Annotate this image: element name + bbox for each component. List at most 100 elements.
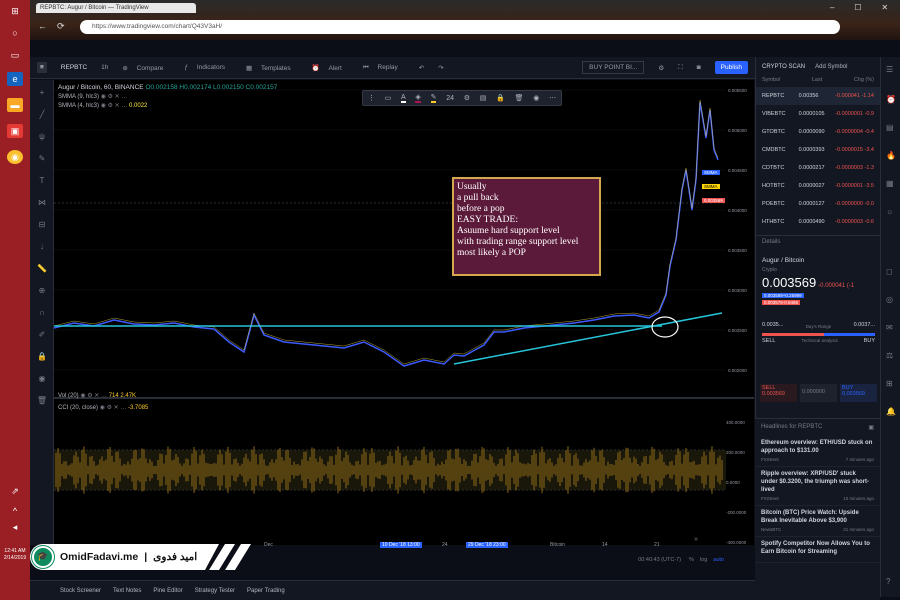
symbol-search[interactable]: REPBTC	[61, 64, 87, 71]
sell-label[interactable]: SELL	[762, 338, 775, 344]
interval-button[interactable]: 1h	[101, 64, 108, 71]
notifications-icon[interactable]: 🔔	[886, 407, 896, 417]
add-symbol-button[interactable]: Add Symbol	[815, 64, 847, 70]
brush-tool-icon[interactable]: ✎	[36, 154, 48, 164]
hotlist-icon[interactable]: 🔥	[886, 151, 896, 161]
publish-button[interactable]: Publish	[714, 61, 748, 74]
reload-icon[interactable]: ⟳	[57, 21, 65, 32]
edge-icon[interactable]: e	[7, 72, 23, 86]
task-view-icon[interactable]: ▭	[7, 48, 23, 62]
bottom-tab[interactable]: Pine Editor	[153, 588, 182, 594]
watchlist-row[interactable]: HOTBTC 0.0000027 -0.0000001 -3.5	[756, 177, 880, 195]
visibility-icon[interactable]: ◉	[36, 374, 48, 384]
projection-tool-icon[interactable]: ⊟	[36, 220, 48, 230]
chevron-up-icon[interactable]: ^	[7, 504, 23, 518]
replay-button[interactable]: ⏮ Replay	[363, 64, 405, 72]
tech-label[interactable]: Technical analysis	[801, 338, 837, 344]
data-window-icon[interactable]: ▤	[886, 123, 896, 133]
arrow-tool-icon[interactable]: ↓	[36, 242, 48, 252]
watchlist-tab[interactable]: CRYPTO SCAN	[762, 64, 805, 70]
network-icon[interactable]: ⇗	[7, 484, 23, 498]
more-icon[interactable]: ⋯	[549, 94, 556, 102]
watchlist-row[interactable]: CDTBTC 0.0000217 -0.0000003 -1.3	[756, 159, 880, 177]
alert-button[interactable]: ⏰ Alert	[312, 64, 349, 72]
text-tool-icon[interactable]: T	[36, 176, 48, 186]
drag-handle-icon[interactable]: ⋮	[368, 94, 375, 102]
fill-color-icon[interactable]: ◈	[415, 93, 421, 103]
news-item[interactable]: Bitcoin (BTC) Price Watch: Upside Break …	[755, 506, 880, 537]
indicators-button[interactable]: ƒ Indicators	[184, 64, 232, 71]
news-item[interactable]: Spotify Competitor Now Allows You to Ear…	[755, 537, 880, 563]
pitchfork-tool-icon[interactable]: ψ	[36, 132, 48, 142]
settings-icon[interactable]: ⚙	[464, 94, 470, 102]
trendline-tool-icon[interactable]: ╱	[36, 110, 48, 120]
help-icon[interactable]: ?	[886, 577, 896, 587]
fullscreen-icon[interactable]: ⛶	[678, 64, 683, 72]
lock-icon[interactable]: 🔒	[36, 352, 48, 362]
legend-cci[interactable]: CCI (20, close)	[58, 405, 98, 411]
redo-icon[interactable]: ↷	[438, 64, 443, 72]
watchlist-row[interactable]: VIBEBTC 0.0000105 -0.0000001 -0.9	[756, 105, 880, 123]
news-item[interactable]: Ethereum overview: ETH/USD stuck on appr…	[755, 436, 880, 467]
font-size-select[interactable]: 24	[446, 95, 454, 102]
store-icon[interactable]: ▣	[7, 124, 23, 138]
windows-start-icon[interactable]: ⊞	[7, 4, 23, 18]
browser-tab[interactable]: REPBTC: Augur / Bitcoin — TradingView	[36, 3, 196, 13]
magnet-icon[interactable]: ∩	[36, 308, 48, 318]
minimize-icon[interactable]: –	[830, 3, 834, 13]
watchlist-row[interactable]: CMDBTC 0.0000393 -0.0000015 -3.4	[756, 141, 880, 159]
template-icon[interactable]: ▤	[480, 94, 487, 102]
sell-button[interactable]: SELL 0.003569	[760, 384, 797, 402]
pop-circle[interactable]	[651, 316, 679, 338]
legend-smma2[interactable]: SMMA (4, hlc3)	[58, 103, 99, 109]
buy-button[interactable]: BUY 0.003569	[840, 384, 877, 402]
crosshair-icon[interactable]: +	[36, 88, 48, 98]
percent-toggle[interactable]: %	[689, 557, 694, 563]
layout-select[interactable]: BUY POINT BI...	[582, 61, 645, 74]
annotation-textbox[interactable]: Usually a pull back before a pop EASY TRADE…	[452, 177, 601, 276]
alerts-icon[interactable]: ⏰	[886, 95, 896, 105]
line-color-icon[interactable]: ✎	[430, 93, 437, 103]
timezone-label[interactable]: 00:40:43 (UTC-7)	[638, 557, 681, 563]
chrome-icon[interactable]: ◉	[7, 150, 23, 164]
price-axis[interactable]: 0.005500 0.005000 0.004500 0.004000 0.003500…	[702, 80, 754, 400]
chat-icon[interactable]: ◻	[886, 267, 896, 277]
log-toggle[interactable]: log	[700, 557, 707, 563]
bottom-tab[interactable]: Text Notes	[113, 588, 141, 594]
lock-icon[interactable]: 🔒	[496, 94, 505, 102]
watchlist-row[interactable]: GTOBTC 0.0000090 -0.0000004 -0.4	[756, 123, 880, 141]
price-chart-svg[interactable]: »	[54, 80, 754, 545]
buy-label[interactable]: BUY	[864, 338, 875, 344]
back-icon[interactable]: ←	[38, 21, 47, 32]
stay-drawing-icon[interactable]: ✐	[36, 330, 48, 340]
templates-button[interactable]: ▦ Templates	[246, 64, 298, 72]
watchlist-icon[interactable]: ☰	[886, 65, 896, 75]
bottom-tab[interactable]: Strategy Tester	[195, 588, 235, 594]
news-expand-icon[interactable]: ▣	[868, 424, 874, 431]
explorer-icon[interactable]: ▬	[7, 98, 23, 112]
legend-smma1[interactable]: SMMA (9, hlc3)	[58, 94, 99, 100]
watchlist-row[interactable]: POEBTC 0.0000127 -0.0000000 -0.0	[756, 195, 880, 213]
calendar-icon[interactable]: ▦	[886, 179, 896, 189]
close-icon[interactable]: ✕	[881, 3, 888, 13]
delete-icon[interactable]: 🗑	[515, 94, 524, 102]
pattern-tool-icon[interactable]: ⋈	[36, 198, 48, 208]
ideas-icon[interactable]: ☼	[886, 207, 896, 217]
bottom-tab[interactable]: Stock Screener	[60, 588, 101, 594]
order-panel-icon[interactable]: ⚖	[886, 351, 896, 361]
messages-icon[interactable]: ✉	[886, 323, 896, 333]
settings-icon[interactable]: ⚙	[658, 64, 664, 72]
camera-icon[interactable]: ◙	[697, 64, 701, 71]
rectangle-tool-icon[interactable]: ▭	[385, 94, 392, 102]
watchlist-row[interactable]: HTHBTC 0.0000490 -0.0000003 -0.6	[756, 213, 880, 231]
auto-toggle[interactable]: auto	[713, 557, 724, 563]
dom-icon[interactable]: ⊞	[886, 379, 896, 389]
compare-button[interactable]: ⊕ Compare	[122, 64, 170, 72]
trash-icon[interactable]: 🗑	[36, 396, 48, 406]
tv-logo-icon[interactable]: ≡	[37, 62, 47, 73]
cortana-icon[interactable]: ○	[7, 26, 23, 40]
oscillator-axis[interactable]: 400.0000 200.0000 0.0000 -200.0000 -400.0000	[726, 400, 754, 545]
bottom-tab[interactable]: Paper Trading	[247, 588, 285, 594]
ruler-icon[interactable]: 📏	[36, 264, 48, 274]
chart-area[interactable]: »	[54, 80, 754, 545]
